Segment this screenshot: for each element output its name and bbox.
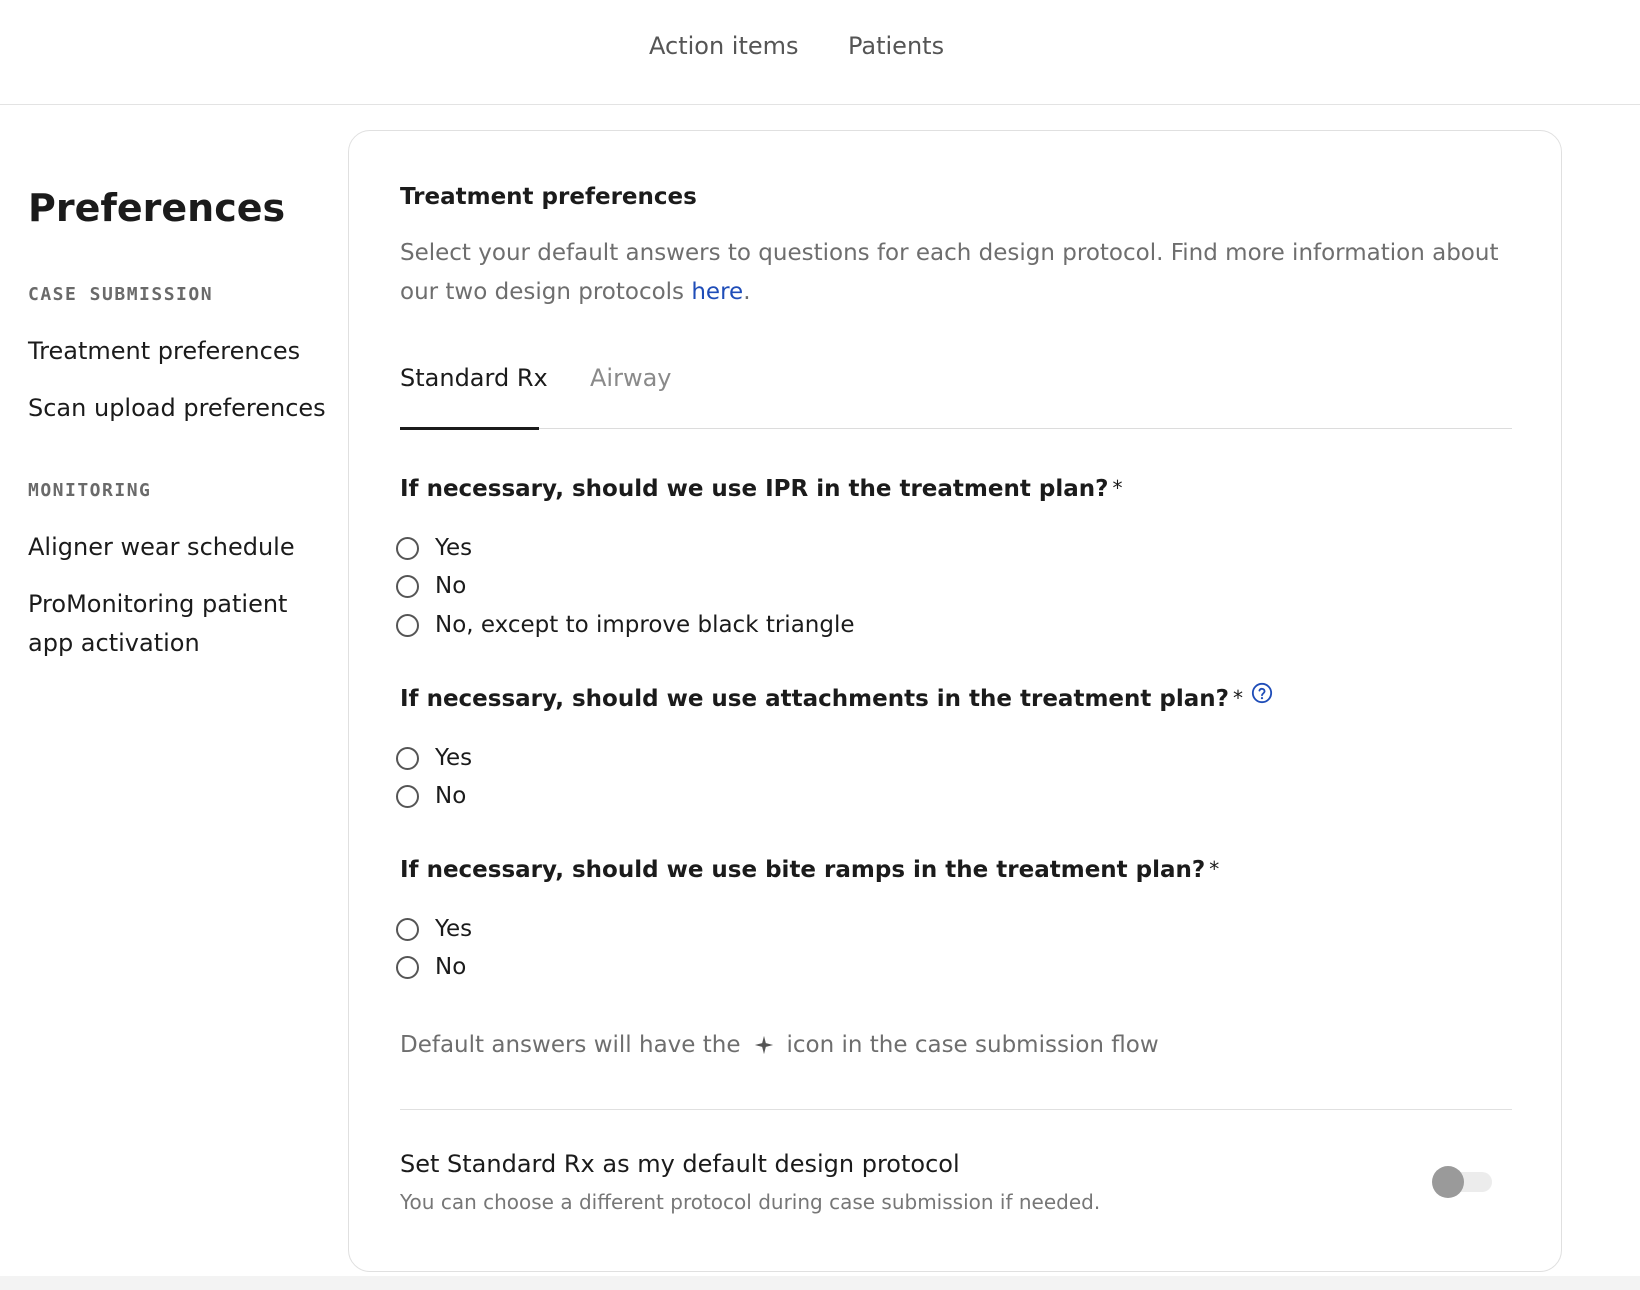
page-bottom-edge — [0, 1276, 1640, 1290]
sidebar-item-scan-upload-preferences[interactable]: Scan upload preferences — [28, 389, 328, 428]
radio-button[interactable] — [396, 917, 419, 941]
page-title: Preferences — [28, 186, 286, 230]
nav-patients[interactable]: Patients — [848, 32, 944, 60]
divider — [400, 1109, 1512, 1110]
help-circle-icon[interactable] — [1251, 682, 1273, 704]
top-navigation: Action items Patients — [0, 0, 1640, 105]
radio-button[interactable] — [396, 536, 419, 560]
sidebar-section-case-submission: CASE SUBMISSION — [28, 284, 214, 305]
question-ipr: If necessary, should we use IPR in the t… — [400, 476, 1122, 502]
ipr-option-no[interactable]: No — [396, 569, 466, 603]
section-title: Treatment preferences — [400, 184, 697, 210]
option-label: No, except to improve black triangle — [435, 612, 855, 638]
option-label: Yes — [435, 745, 473, 771]
sidebar-item-aligner-wear-schedule[interactable]: Aligner wear schedule — [28, 528, 328, 567]
footnote-text-before: Default answers will have the — [400, 1032, 741, 1058]
question-ipr-text: If necessary, should we use IPR in the t… — [400, 476, 1109, 502]
nav-action-items[interactable]: Action items — [649, 32, 799, 60]
question-attachments: If necessary, should we use attachments … — [400, 682, 1273, 712]
tab-airway[interactable]: Airway — [590, 360, 672, 396]
active-tab-indicator — [400, 427, 539, 430]
ipr-option-yes[interactable]: Yes — [396, 531, 472, 565]
design-protocols-link[interactable]: here — [691, 279, 743, 305]
question-bite-ramps-text: If necessary, should we use bite ramps i… — [400, 857, 1206, 883]
toggle-knob — [1432, 1166, 1464, 1198]
default-protocol-title: Set Standard Rx as my default design pro… — [400, 1150, 960, 1178]
footnote-text-after: icon in the case submission flow — [786, 1032, 1159, 1058]
protocol-tabs: Standard Rx Airway — [400, 360, 1512, 430]
option-label: No — [435, 954, 467, 980]
bite-ramps-option-yes[interactable]: Yes — [396, 912, 472, 946]
radio-button[interactable] — [396, 613, 419, 637]
option-label: Yes — [435, 916, 473, 942]
required-marker: * — [1209, 857, 1220, 881]
default-answers-note: Default answers will have the icon in th… — [400, 1032, 1159, 1058]
option-label: No — [435, 783, 467, 809]
attachments-option-yes[interactable]: Yes — [396, 741, 472, 775]
attachments-option-no[interactable]: No — [396, 779, 466, 813]
option-label: Yes — [435, 535, 473, 561]
required-marker: * — [1232, 686, 1243, 710]
sidebar-item-treatment-preferences[interactable]: Treatment preferences — [28, 332, 328, 371]
radio-button[interactable] — [396, 784, 419, 808]
ipr-option-no-except-black-triangle[interactable]: No, except to improve black triangle — [396, 608, 855, 642]
radio-button[interactable] — [396, 574, 419, 598]
section-description: Select your default answers to questions… — [400, 234, 1512, 312]
description-end: . — [743, 279, 751, 305]
radio-button[interactable] — [396, 746, 419, 770]
sparkle-icon — [754, 1035, 773, 1055]
option-label: No — [435, 573, 467, 599]
radio-button[interactable] — [396, 955, 419, 979]
sidebar-item-promonitoring-activation[interactable]: ProMonitoring patient app activation — [28, 585, 298, 663]
question-attachments-text: If necessary, should we use attachments … — [400, 686, 1229, 712]
required-marker: * — [1112, 476, 1123, 500]
tab-standard-rx[interactable]: Standard Rx — [400, 360, 548, 396]
default-protocol-subtitle: You can choose a different protocol duri… — [400, 1190, 1101, 1214]
question-bite-ramps: If necessary, should we use bite ramps i… — [400, 857, 1219, 883]
sidebar-section-monitoring: MONITORING — [28, 480, 152, 501]
bite-ramps-option-no[interactable]: No — [396, 950, 466, 984]
default-protocol-toggle[interactable] — [1430, 1164, 1494, 1198]
description-text: Select your default answers to questions… — [400, 240, 1499, 305]
